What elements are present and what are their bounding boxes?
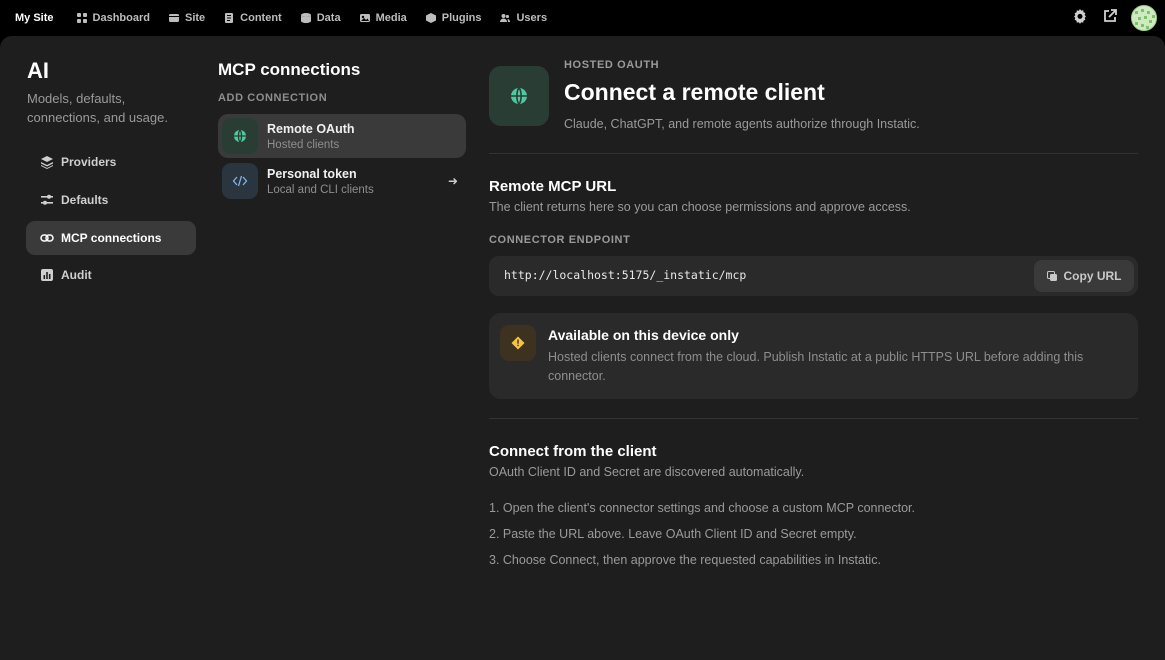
warning-icon (500, 325, 536, 361)
code-icon (222, 163, 258, 199)
nav-label: Site (184, 12, 206, 24)
instruction-step: 2. Paste the URL above. Leave OAuth Clie… (489, 527, 857, 541)
nav-item-dashboard[interactable]: Dashboard (76, 12, 150, 24)
sidebar-item-label: Audit (61, 268, 92, 282)
sidebar-item-mcp-connections[interactable]: MCP connections (26, 221, 196, 255)
sidebar-item-label: Defaults (61, 193, 109, 207)
nav-item-site[interactable]: Site (168, 12, 205, 24)
nav-label: Dashboard (92, 12, 150, 24)
top-nav-bar: My Site Dashboard Site Content Data Medi… (0, 0, 1165, 36)
add-connection-label: ADD CONNECTION (218, 92, 328, 104)
media-icon (359, 14, 370, 22)
divider (489, 418, 1138, 419)
device-only-notice: Available on this device only Hosted cli… (489, 313, 1138, 399)
detail-subtitle: Claude, ChatGPT, and remote agents autho… (564, 117, 920, 131)
connection-subtitle: Local and CLI clients (267, 183, 374, 196)
sidebar-item-providers[interactable]: Providers (26, 145, 196, 179)
layers-icon (41, 156, 53, 169)
copy-url-button[interactable]: Copy URL (1034, 260, 1134, 292)
top-right-actions (1071, 5, 1157, 31)
external-link-icon[interactable] (1101, 7, 1119, 30)
connection-subtitle: Hosted clients (267, 138, 340, 151)
endpoint-url-field[interactable]: http://localhost:5175/_instatic/mcp Copy… (489, 256, 1138, 296)
instruction-step: 3. Choose Connect, then approve the requ… (489, 553, 881, 567)
globe-icon (222, 118, 258, 154)
avatar[interactable] (1131, 5, 1157, 31)
client-section-title: Connect from the client (489, 443, 657, 460)
nav-label: Plugins (441, 12, 482, 24)
arrow-right-icon: ➜ (447, 174, 458, 188)
connection-title: Remote OAuth (267, 121, 355, 136)
nav-item-plugins[interactable]: Plugins (425, 12, 482, 24)
sidebar-item-defaults[interactable]: Defaults (26, 183, 196, 217)
users-icon (500, 14, 511, 22)
detail-kicker: HOSTED OAUTH (564, 59, 660, 71)
sidebar-item-label: Providers (61, 155, 117, 169)
endpoint-label: CONNECTOR ENDPOINT (489, 234, 631, 246)
bar-chart-icon (41, 269, 53, 281)
nav-item-content[interactable]: Content (223, 12, 282, 24)
page-title: AI (27, 58, 49, 83)
nav-label: Content (240, 12, 282, 24)
sidebar-item-audit[interactable]: Audit (26, 258, 196, 292)
connection-personal-token[interactable]: Personal token Local and CLI clients ➜ (218, 159, 466, 203)
main-panel: AI Models, defaults, connections, and us… (0, 36, 1165, 660)
sidebar-item-label: MCP connections (61, 231, 162, 245)
connections-title: MCP connections (218, 60, 361, 79)
notice-title: Available on this device only (548, 327, 739, 343)
instruction-step: 1. Open the client's connector settings … (489, 501, 916, 515)
site-name-link[interactable]: My Site (15, 12, 54, 24)
plugins-icon (425, 13, 436, 23)
copy-icon (1046, 270, 1057, 281)
link-icon (40, 234, 54, 242)
client-section-subtitle: OAuth Client ID and Secret are discovere… (489, 465, 805, 479)
nav-label: Media (375, 12, 407, 24)
sliders-icon (41, 194, 53, 205)
data-icon (300, 13, 311, 23)
url-section-title: Remote MCP URL (489, 178, 617, 195)
gear-icon[interactable] (1071, 7, 1089, 30)
nav-item-media[interactable]: Media (359, 12, 407, 24)
dashboard-icon (76, 13, 87, 23)
connection-remote-oauth[interactable]: Remote OAuth Hosted clients (218, 114, 466, 158)
nav-item-users[interactable]: Users (499, 12, 547, 24)
endpoint-url[interactable]: http://localhost:5175/_instatic/mcp (504, 268, 746, 282)
page-subtitle: Models, defaults, connections, and usage… (27, 91, 168, 125)
copy-url-label: Copy URL (1063, 269, 1122, 283)
site-icon (168, 14, 179, 22)
notice-text: Hosted clients connect from the cloud. P… (548, 350, 1084, 383)
nav-label: Users (516, 12, 548, 24)
divider (489, 153, 1138, 154)
nav-item-data[interactable]: Data (300, 12, 341, 24)
nav-label: Data (316, 12, 341, 24)
connection-title: Personal token (267, 166, 357, 181)
globe-icon (489, 66, 549, 126)
content-icon (225, 13, 234, 23)
detail-title: Connect a remote client (564, 79, 825, 105)
url-section-subtitle: The client returns here so you can choos… (489, 200, 911, 214)
